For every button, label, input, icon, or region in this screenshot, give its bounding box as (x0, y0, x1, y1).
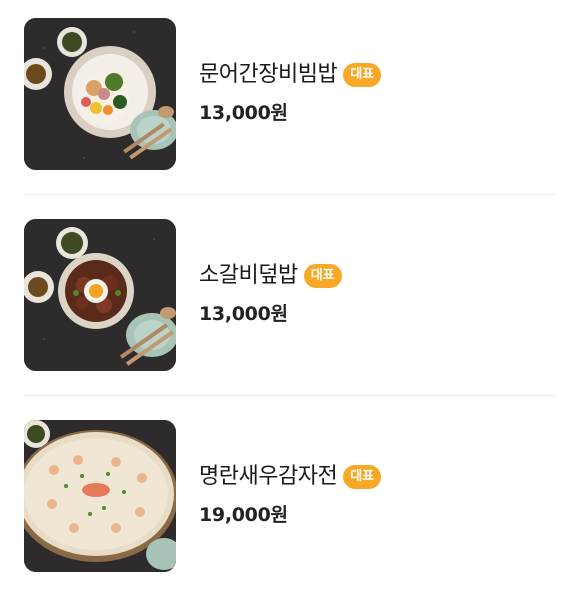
signature-badge: 대표 (343, 63, 382, 87)
menu-item-pollock-roe-pancake[interactable]: 명란새우감자전 대표 19,000원 (24, 420, 556, 572)
signature-badge: 대표 (343, 465, 382, 489)
menu-item-photo[interactable] (24, 420, 176, 572)
menu-item-beef-rib-bowl[interactable]: 소갈비덮밥 대표 13,000원 (24, 219, 556, 371)
menu-item-name: 문어간장비빔밥 (199, 62, 338, 87)
menu-item-photo[interactable] (24, 219, 176, 371)
menu-item-name-row: 명란새우감자전 대표 (199, 462, 382, 492)
menu-item-name-row: 소갈비덮밥 대표 (199, 261, 342, 291)
menu-item-info: 명란새우감자전 대표 19,000원 (199, 420, 549, 572)
menu-item-name: 명란새우감자전 (199, 464, 338, 489)
divider (24, 194, 556, 195)
menu-item-price: 13,000원 (199, 303, 288, 325)
pollock-roe-pancake-photo (24, 420, 176, 572)
divider (24, 395, 556, 396)
menu-item-price: 13,000원 (199, 102, 288, 124)
menu-item-photo[interactable] (24, 18, 176, 170)
menu-item-name: 소갈비덮밥 (199, 263, 298, 288)
menu-item-info: 소갈비덮밥 대표 13,000원 (199, 219, 549, 371)
beef-rib-bowl-photo (24, 219, 176, 371)
signature-badge: 대표 (303, 264, 342, 288)
menu-item-octopus-bibimbap[interactable]: 문어간장비빔밥 대표 13,000원 (24, 18, 556, 170)
menu-item-info: 문어간장비빔밥 대표 13,000원 (199, 18, 549, 170)
menu-item-name-row: 문어간장비빔밥 대표 (199, 60, 382, 90)
menu-item-price: 19,000원 (199, 504, 288, 526)
octopus-bibimbap-photo (24, 18, 176, 170)
menu-list: 문어간장비빔밥 대표 13,000원 소갈비덮밥 대표 13,000원 명란새우… (0, 0, 580, 593)
